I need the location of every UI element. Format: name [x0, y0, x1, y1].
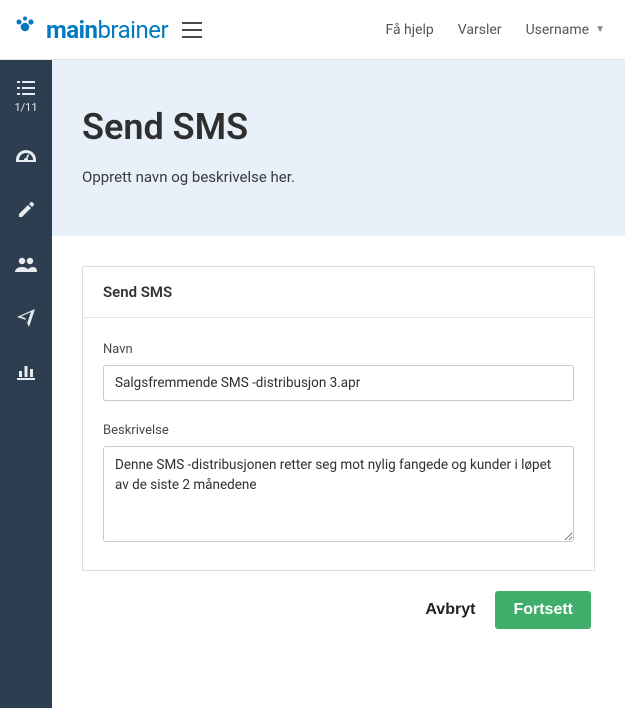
form-card: Send SMS Navn Beskrivelse — [82, 266, 595, 571]
chevron-down-icon: ▼ — [595, 24, 605, 35]
page-subtitle: Opprett navn og beskrivelse her. — [82, 168, 595, 186]
user-menu[interactable]: Username ▼ — [526, 22, 605, 38]
list-icon — [17, 80, 35, 99]
alerts-link[interactable]: Varsler — [458, 22, 502, 38]
name-input[interactable] — [103, 365, 574, 401]
sidebar-item-dashboard[interactable] — [8, 148, 44, 167]
steps-indicator-label: 1/11 — [14, 101, 37, 114]
topbar-links: Få hjelp Varsler Username ▼ — [385, 22, 605, 38]
description-input[interactable] — [103, 446, 574, 542]
continue-button[interactable]: Fortsett — [495, 591, 591, 629]
name-label: Navn — [103, 342, 574, 357]
main-content: Send SMS Opprett navn og beskrivelse her… — [52, 60, 625, 708]
page-title: Send SMS — [82, 106, 595, 148]
description-label: Beskrivelse — [103, 423, 574, 438]
topbar: mainbrainer Få hjelp Varsler Username ▼ — [0, 0, 625, 60]
form-actions: Avbryt Fortsett — [82, 571, 595, 645]
gauge-icon — [16, 148, 36, 167]
menu-toggle-icon[interactable] — [182, 22, 202, 38]
pencil-icon — [17, 201, 35, 222]
users-icon — [15, 256, 37, 275]
page-hero: Send SMS Opprett navn og beskrivelse her… — [52, 60, 625, 236]
logo-dots-icon — [12, 14, 40, 46]
help-link[interactable]: Få hjelp — [385, 22, 433, 38]
chart-icon — [17, 364, 35, 383]
paper-plane-icon — [17, 309, 35, 330]
cancel-button[interactable]: Avbryt — [425, 601, 475, 619]
sidebar: 1/11 — [0, 60, 52, 708]
card-header: Send SMS — [83, 267, 594, 318]
app-logo[interactable]: mainbrainer — [12, 14, 168, 46]
sidebar-item-users[interactable] — [8, 256, 44, 275]
sidebar-item-analytics[interactable] — [8, 364, 44, 383]
username-label: Username — [526, 22, 590, 38]
sidebar-item-steps[interactable]: 1/11 — [8, 80, 44, 114]
logo-text: mainbrainer — [46, 16, 168, 44]
sidebar-item-send[interactable] — [8, 309, 44, 330]
sidebar-item-edit[interactable] — [8, 201, 44, 222]
